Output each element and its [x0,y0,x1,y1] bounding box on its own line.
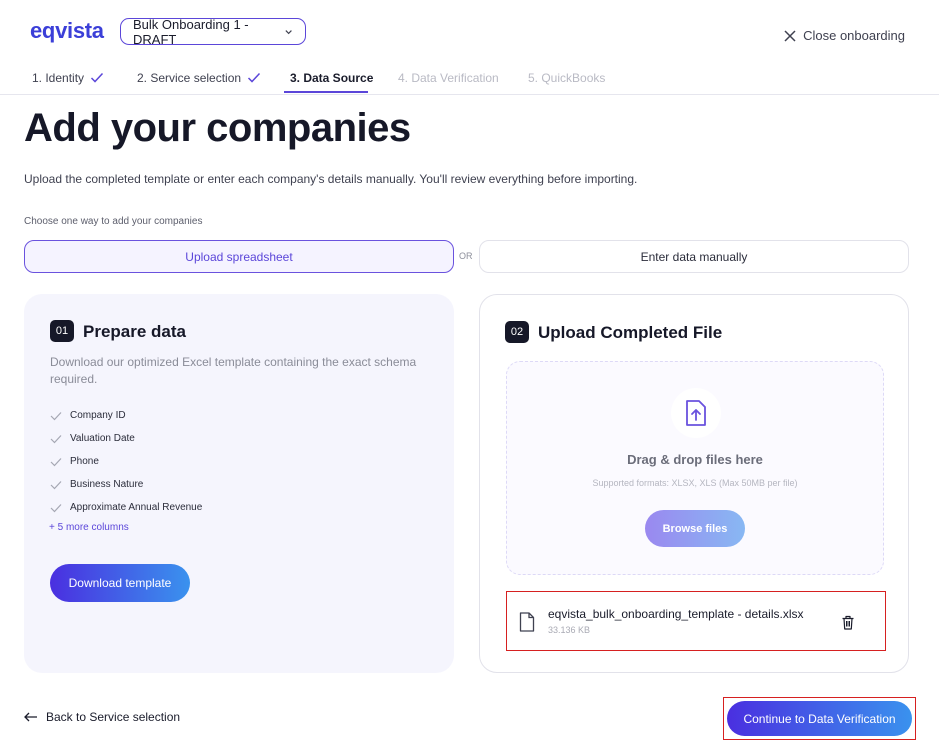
upload-spreadsheet-option[interactable]: Upload spreadsheet [24,240,454,273]
step-data-verification: 4. Data Verification [398,71,499,85]
uploaded-file-name: eqvista_bulk_onboarding_template - detai… [548,607,804,621]
check-icon [50,503,62,512]
uploaded-file-row: eqvista_bulk_onboarding_template - detai… [506,591,886,651]
trash-icon[interactable] [841,615,855,630]
step-number-badge: 02 [505,321,529,343]
more-columns-link[interactable]: + 5 more columns [49,522,129,533]
uploaded-file-size: 33.136 KB [548,625,591,635]
upload-file-card: 02 Upload Completed File Drag & drop fil… [479,294,909,673]
column-item: Valuation Date [50,433,135,444]
check-icon [50,434,62,443]
column-item: Approximate Annual Revenue [50,502,202,513]
continue-highlight: Continue to Data Verification [723,697,916,740]
download-template-button[interactable]: Download template [50,564,190,602]
close-icon [784,29,796,42]
active-step-indicator [284,91,368,93]
check-icon [248,72,261,83]
check-icon [50,480,62,489]
file-upload-icon [686,400,706,426]
column-item: Company ID [50,410,126,421]
close-onboarding-label: Close onboarding [803,28,905,43]
column-item: Business Nature [50,479,143,490]
step-number-badge: 01 [50,320,74,342]
check-icon [91,72,104,83]
step-data-source[interactable]: 3. Data Source [290,68,373,88]
back-to-service-selection-link[interactable]: Back to Service selection [24,710,180,724]
continue-to-data-verification-button[interactable]: Continue to Data Verification [727,701,912,736]
supported-formats: Supported formats: XLSX, XLS (Max 50MB p… [592,478,798,488]
chevron-down-icon [285,29,292,34]
onboarding-select[interactable]: Bulk Onboarding 1 - DRAFT [120,16,306,47]
browse-files-button[interactable]: Browse files [645,510,745,547]
column-item: Phone [50,456,99,467]
upload-icon-wrapper [671,388,721,438]
page-subtitle: Upload the completed template or enter e… [24,172,638,186]
prepare-data-title: Prepare data [83,322,186,341]
enter-manually-option[interactable]: Enter data manually [479,240,909,273]
step-quickbooks: 5. QuickBooks [528,71,606,85]
close-onboarding-button[interactable]: Close onboarding [783,28,905,43]
file-icon [519,612,535,632]
upload-file-title: Upload Completed File [538,323,723,342]
choose-method-label: Choose one way to add your companies [24,216,203,227]
check-icon [50,457,62,466]
onboarding-select-value: Bulk Onboarding 1 - DRAFT [133,16,249,47]
check-icon [50,411,62,420]
arrow-left-icon [24,712,37,722]
step-service-selection[interactable]: 2. Service selection [137,68,261,88]
step-tabs: 1. Identity 2. Service selection 3. Data… [0,60,939,95]
back-label: Back to Service selection [46,710,181,724]
dropzone-title: Drag & drop files here [627,452,763,467]
step-identity[interactable]: 1. Identity [32,68,104,88]
eqvista-logo: eqvista [30,18,104,43]
prepare-data-card: 01 Prepare data Download our optimized E… [24,294,454,673]
file-dropzone[interactable]: Drag & drop files here Supported formats… [506,361,884,575]
page-title: Add your companies [24,106,411,150]
or-divider: OR [459,251,473,261]
prepare-data-description: Download our optimized Excel template co… [50,355,417,386]
